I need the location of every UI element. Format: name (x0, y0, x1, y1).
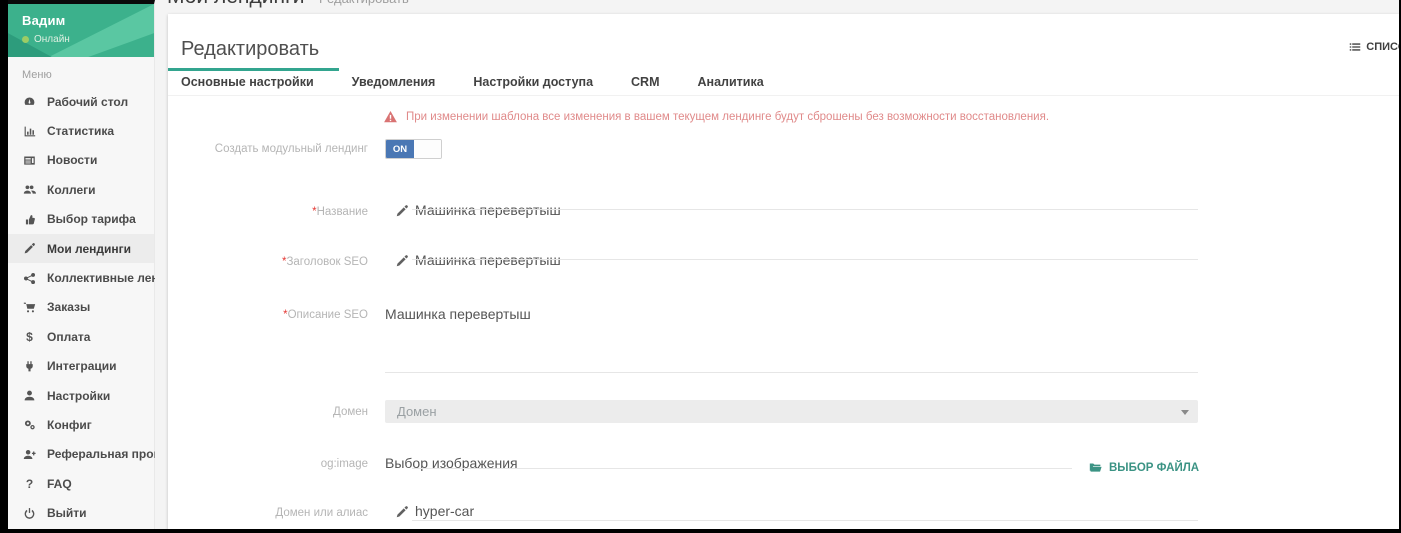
sidebar-item-label: Конфиг (47, 418, 92, 432)
seo-description-textarea[interactable]: Машинка перевертыш (385, 306, 531, 322)
sidebar-item-label: Статистика (47, 124, 114, 138)
sidebar: Вадим Онлайн Меню Рабочий стол Статистик… (8, 0, 155, 529)
edit-card: Редактировать СПИСОК Основные настройки … (168, 14, 1399, 529)
gears-icon (22, 417, 37, 432)
sidebar-item-label: FAQ (47, 477, 72, 491)
toggle-on-label: ON (386, 140, 414, 158)
card-title: Редактировать (181, 38, 319, 61)
list-icon (1349, 41, 1361, 53)
domain-select-placeholder: Домен (397, 404, 437, 419)
warning-icon (383, 110, 398, 124)
sidebar-item-my-landings[interactable]: Мои лендинги (8, 234, 154, 263)
name-label: *Название (168, 206, 368, 218)
sidebar-item-statistics[interactable]: Статистика (8, 116, 154, 145)
news-icon (22, 153, 37, 168)
app-window: Вадим Онлайн Меню Рабочий стол Статистик… (8, 0, 1399, 529)
seo-description-label: *Описание SEO (168, 309, 368, 321)
list-button-label: СПИСОК (1366, 41, 1399, 53)
sidebar-item-label: Оплата (47, 330, 90, 344)
breadcrumb: Редактировать (319, 0, 409, 6)
sidebar-item-integrations[interactable]: Интеграции (8, 352, 154, 381)
tab-access-settings[interactable]: Настройки доступа (460, 68, 618, 95)
sidebar-item-colleagues[interactable]: Коллеги (8, 175, 154, 204)
sidebar-item-config[interactable]: Конфиг (8, 410, 154, 439)
sidebar-item-label: Настройки (47, 389, 110, 403)
dollar-icon: $ (22, 330, 37, 344)
user-panel: Вадим Онлайн (8, 4, 154, 57)
question-icon: ? (22, 477, 37, 491)
seo-title-label: *Заголовок SEO (168, 256, 368, 268)
plug-icon (22, 359, 37, 374)
sidebar-item-faq[interactable]: ? FAQ (8, 469, 154, 498)
tab-analytics[interactable]: Аналитика (685, 68, 789, 95)
sidebar-item-settings[interactable]: Настройки (8, 381, 154, 410)
menu-section-label: Меню (8, 57, 154, 87)
sidebar-item-label: Коллеги (47, 183, 96, 197)
user-name: Вадим (22, 13, 154, 28)
sidebar-item-logout[interactable]: Выйти (8, 498, 154, 527)
sidebar-item-orders[interactable]: Заказы (8, 293, 154, 322)
sidebar-item-label: Рабочий стол (47, 95, 128, 109)
sidebar-item-label: Интеграции (47, 359, 117, 373)
sidebar-item-dashboard[interactable]: Рабочий стол (8, 87, 154, 116)
page-heading: Мои лендинги Редактировать (167, 0, 409, 9)
sidebar-item-label: Выбор тарифа (47, 212, 136, 226)
domain-alias-input[interactable]: hyper-car (415, 503, 474, 519)
name-input[interactable]: Машинка перевертыш (415, 202, 561, 218)
sidebar-item-label: Выйти (47, 506, 87, 520)
modular-landing-toggle[interactable]: ON (385, 139, 442, 159)
edit-pencil-icon (395, 254, 409, 268)
choose-file-button[interactable]: ВЫБОР ФАЙЛА (1088, 461, 1199, 474)
list-button[interactable]: СПИСОК (1349, 41, 1399, 53)
warning-text: При изменении шаблона все изменения в ва… (406, 111, 1049, 123)
online-status-icon (22, 36, 29, 43)
sidebar-item-tariff[interactable]: Выбор тарифа (8, 205, 154, 234)
thumbs-up-icon (22, 212, 37, 227)
modular-toggle-label: Создать модульный лендинг (168, 143, 368, 155)
sidebar-item-news[interactable]: Новости (8, 146, 154, 175)
main-content: Мои лендинги Редактировать Редактировать… (155, 0, 1399, 529)
share-icon (22, 271, 37, 286)
user-plus-icon (22, 447, 37, 462)
folder-open-icon (1088, 461, 1103, 474)
sidebar-item-payment[interactable]: $ Оплата (8, 322, 154, 351)
tab-notifications[interactable]: Уведомления (339, 68, 461, 95)
template-warning: При изменении шаблона все изменения в ва… (383, 110, 1049, 124)
user-status-label: Онлайн (34, 34, 70, 45)
domain-label: Домен (168, 406, 368, 418)
sidebar-item-label: Мои лендинги (47, 242, 131, 256)
pencil-icon (22, 241, 37, 256)
user-status: Онлайн (22, 34, 154, 45)
user-icon (22, 388, 37, 403)
edit-pencil-icon (395, 505, 409, 519)
sidebar-item-label: Заказы (47, 300, 90, 314)
power-icon (22, 506, 37, 521)
og-image-label: og:image (168, 458, 368, 470)
cart-icon (22, 300, 37, 315)
seo-title-input[interactable]: Машинка перевертыш (415, 252, 561, 268)
edit-pencil-icon (395, 204, 409, 218)
tab-main-settings[interactable]: Основные настройки (168, 68, 339, 95)
domain-select[interactable]: Домен (385, 400, 1198, 423)
choose-file-label: ВЫБОР ФАЙЛА (1109, 462, 1199, 474)
page-title: Мои лендинги (167, 0, 304, 8)
bar-chart-icon (22, 124, 37, 139)
chevron-down-icon (1181, 410, 1189, 415)
colleagues-icon (22, 182, 37, 197)
tab-crm[interactable]: CRM (618, 68, 684, 95)
sidebar-item-label: Новости (47, 153, 97, 167)
toggle-off-area (414, 140, 441, 158)
sidebar-item-referral-program[interactable]: Реферальная программа (8, 440, 154, 469)
domain-alias-label: Домен или алиас (168, 507, 368, 519)
sidebar-item-collective-landings[interactable]: Коллективные лендинги (8, 263, 154, 292)
dashboard-icon (22, 94, 37, 109)
tab-bar: Основные настройки Уведомления Настройки… (168, 68, 1399, 96)
